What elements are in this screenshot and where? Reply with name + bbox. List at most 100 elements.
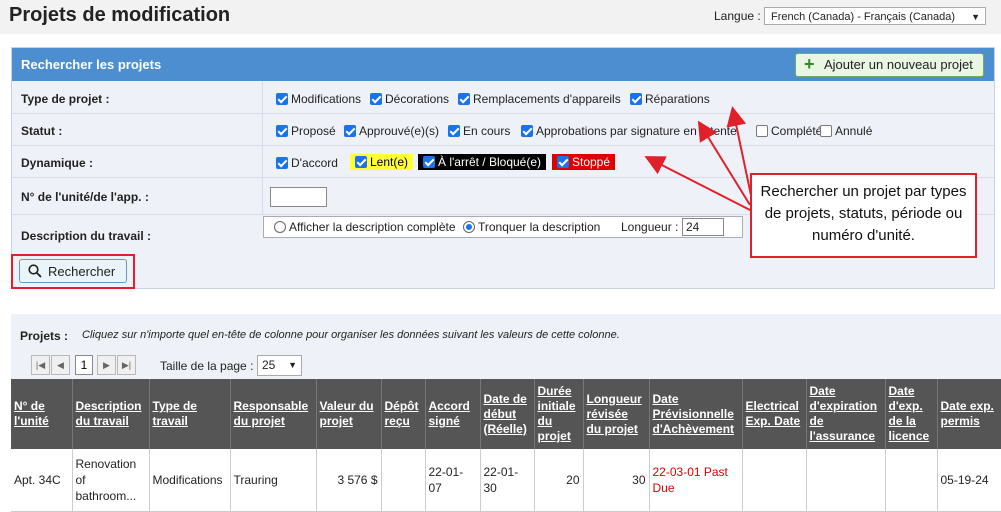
status-option-pending-signature[interactable]: Approbations par signature en attente: [521, 124, 737, 138]
table-header-row: N° de l'unité Description du travail Typ…: [11, 379, 1001, 449]
column-header[interactable]: Durée initiale du projet: [534, 379, 584, 449]
dynamic-option-ok[interactable]: D'accord: [276, 156, 338, 170]
checkbox-icon: [458, 93, 470, 105]
add-project-button[interactable]: + Ajouter un nouveau projet: [795, 53, 984, 77]
type-option-label: Réparations: [645, 92, 710, 106]
type-option-modifications[interactable]: Modifications: [276, 92, 361, 106]
current-page[interactable]: 1: [75, 355, 93, 375]
table-row[interactable]: Apt. 34C Renovation of bathroom... Modif…: [11, 449, 1001, 512]
row-divider: [262, 178, 263, 214]
type-option-decorations[interactable]: Décorations: [370, 92, 449, 106]
table-cell: 22-01-07: [425, 449, 481, 512]
checkbox-icon: [448, 125, 460, 137]
description-options: Afficher la description complète Tronque…: [263, 216, 743, 238]
column-header[interactable]: Type de travail: [149, 379, 231, 449]
table-cell: 30: [583, 449, 650, 512]
last-page-icon[interactable]: ▶|: [117, 355, 136, 375]
first-page-icon[interactable]: |◀: [31, 355, 50, 375]
dynamic-option-slow[interactable]: Lent(e): [350, 154, 414, 170]
column-header[interactable]: Longueur révisée du projet: [583, 379, 650, 449]
page-size-select[interactable]: 25 ▼: [257, 355, 302, 376]
type-option-repairs[interactable]: Réparations: [630, 92, 710, 106]
checkbox-icon: [276, 93, 288, 105]
radio-truncate-description[interactable]: Tronquer la description: [463, 220, 600, 234]
length-label: Longueur :: [621, 220, 679, 234]
page-title: Projets de modification: [9, 4, 231, 26]
table-cell: 22-01-30: [480, 449, 535, 512]
column-header[interactable]: N° de l'unité: [11, 379, 73, 449]
type-option-label: Décorations: [385, 92, 450, 106]
table-cell: 20: [534, 449, 584, 512]
checkbox-icon: [521, 125, 533, 137]
checkbox-icon: [820, 125, 832, 137]
status-option-in-progress[interactable]: En cours: [448, 124, 510, 138]
search-header: Rechercher les projets + Ajouter un nouv…: [12, 48, 994, 81]
table-cell: [806, 449, 886, 512]
type-row: Type de projet : Modifications Décoratio…: [12, 81, 994, 114]
dynamic-option-stopped[interactable]: Stoppé: [552, 154, 616, 170]
status-option-label: En cours: [463, 124, 511, 138]
language-value: French (Canada) - Français (Canada): [771, 11, 956, 23]
column-header[interactable]: Dépôt reçu: [381, 379, 426, 449]
length-input[interactable]: 24: [682, 218, 724, 236]
next-page-icon[interactable]: ▶: [97, 355, 116, 375]
column-header[interactable]: Date d'expiration de l'assurance: [806, 379, 886, 449]
type-option-appliances[interactable]: Remplacements d'appareils: [458, 92, 621, 106]
dynamic-option-label: D'accord: [291, 156, 338, 170]
radio-full-description[interactable]: Afficher la description complète: [274, 220, 456, 234]
status-option-cancelled[interactable]: Annulé: [820, 124, 872, 138]
checkbox-icon: [355, 156, 367, 168]
table-cell: 05-19-24: [937, 449, 1001, 512]
table-cell: 22-03-01 Past Due: [649, 449, 743, 512]
column-header[interactable]: Accord signé: [425, 379, 481, 449]
type-label: Type de projet :: [21, 92, 110, 106]
checkbox-icon: [276, 157, 288, 169]
dynamic-option-label: À l'arrêt / Bloqué(e): [438, 155, 542, 169]
status-option-approved[interactable]: Approuvé(e)(s): [344, 124, 439, 138]
status-option-label: Approbations par signature en attente: [536, 124, 737, 138]
checkbox-icon: [344, 125, 356, 137]
status-row: Statut : Proposé Approuvé(e)(s) En cours…: [12, 114, 994, 146]
radio-icon: [274, 221, 286, 233]
type-option-label: Modifications: [291, 92, 362, 106]
radio-truncate-label: Tronquer la description: [478, 220, 601, 234]
checkbox-icon: [756, 125, 768, 137]
dynamic-option-label: Stoppé: [572, 155, 611, 169]
column-header[interactable]: Description du travail: [72, 379, 150, 449]
status-option-proposed[interactable]: Proposé: [276, 124, 336, 138]
column-header[interactable]: Date exp. permis: [937, 379, 1001, 449]
status-label: Statut :: [21, 124, 63, 138]
language-select[interactable]: French (Canada) - Français (Canada) ▼: [764, 7, 986, 25]
status-option-label: Proposé: [291, 124, 336, 138]
column-header[interactable]: Date d'exp. de la licence: [885, 379, 938, 449]
callout-box: Rechercher un projet par types de projet…: [750, 173, 977, 258]
column-header[interactable]: Valeur du projet: [316, 379, 382, 449]
status-option-completed[interactable]: Complété: [756, 124, 822, 138]
table-cell: Apt. 34C: [11, 449, 73, 512]
prev-page-icon[interactable]: ◀: [51, 355, 70, 375]
column-header[interactable]: Responsable du projet: [230, 379, 317, 449]
type-option-label: Remplacements d'appareils: [473, 92, 621, 106]
checkbox-icon: [276, 125, 288, 137]
projects-label: Projets :: [20, 329, 69, 343]
plus-icon: +: [804, 54, 815, 74]
status-option-label: Complété: [771, 124, 823, 138]
table-cell: [885, 449, 938, 512]
radio-full-label: Afficher la description complète: [289, 220, 456, 234]
highlight-box: [11, 254, 135, 289]
dynamic-option-label: Lent(e): [370, 155, 409, 169]
unit-input[interactable]: [270, 187, 327, 207]
page-size-label: Taille de la page :: [160, 359, 254, 373]
unit-label: N° de l'unité/de l'app. :: [21, 190, 149, 204]
projects-hint: Cliquez sur n'importe quel en-tête de co…: [82, 329, 620, 341]
radio-icon: [463, 221, 475, 233]
page-size-value: 25: [262, 358, 276, 372]
row-divider: [262, 81, 263, 113]
column-header[interactable]: Date de début (Réelle): [480, 379, 535, 449]
column-header[interactable]: Electrical Exp. Date: [742, 379, 807, 449]
checkbox-icon: [557, 156, 569, 168]
table-cell: Renovation of bathroom...: [72, 449, 150, 512]
dynamic-option-blocked[interactable]: À l'arrêt / Bloqué(e): [418, 154, 547, 170]
column-header[interactable]: Date Prévisionnelle d'Achèvement: [649, 379, 743, 449]
row-divider: [262, 146, 263, 177]
